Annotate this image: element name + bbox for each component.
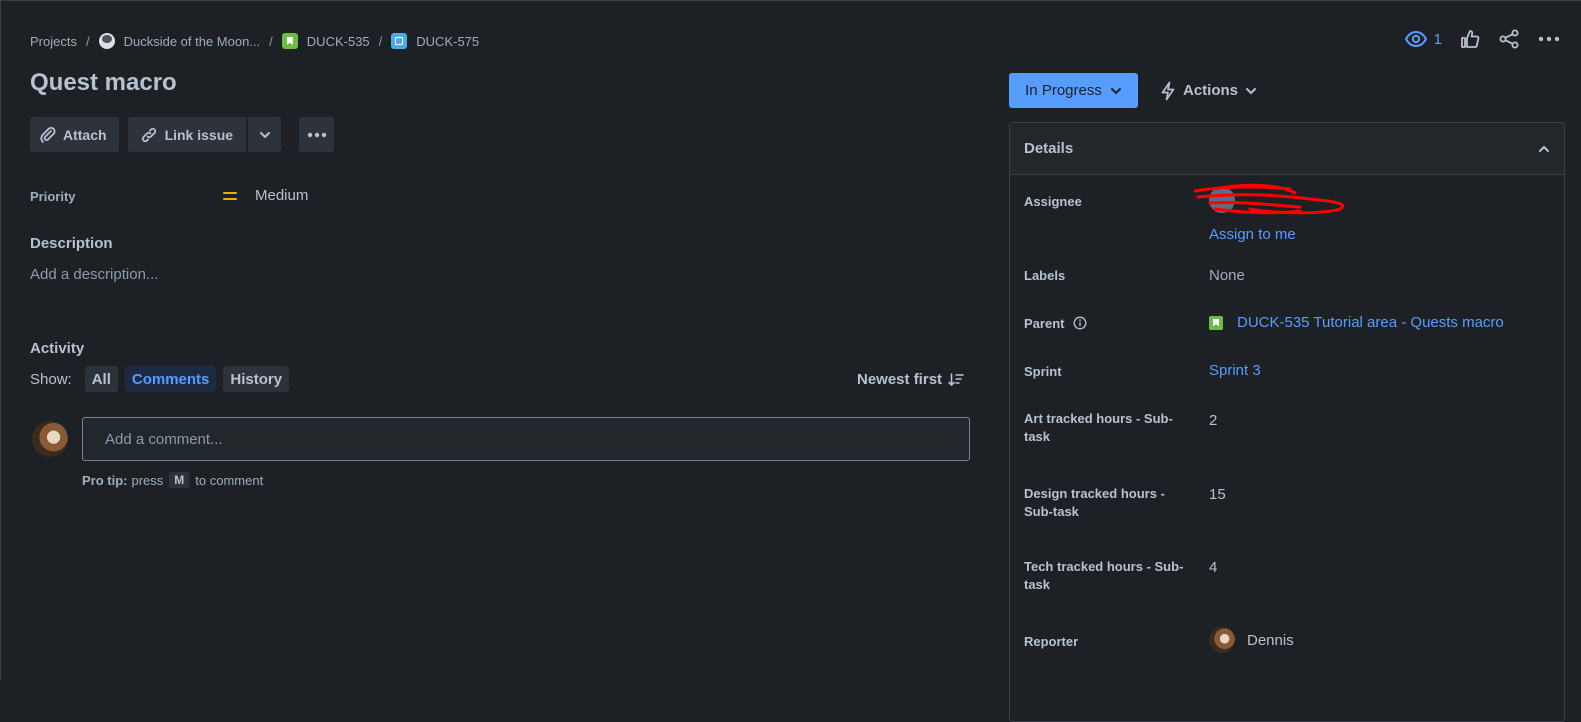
tech-hours-label: Tech tracked hours - Sub-task (1024, 559, 1184, 592)
info-icon[interactable] (1073, 316, 1087, 335)
breadcrumb-parent-issue[interactable]: DUCK-535 (281, 33, 370, 49)
project-avatar-icon (98, 33, 115, 49)
status-label: In Progress (1025, 82, 1102, 99)
issue-toolbar: Attach Link issue (30, 117, 335, 152)
parent-label: Parent (1024, 315, 1184, 335)
reporter-avatar (1209, 627, 1235, 653)
status-dropdown[interactable]: In Progress (1009, 73, 1138, 108)
chevron-down-icon (1110, 87, 1122, 95)
description-field[interactable]: Add a description... (30, 266, 158, 283)
design-hours-label: Design tracked hours - Sub-task (1024, 486, 1165, 519)
chevron-down-icon (259, 131, 271, 139)
link-issue-label: Link issue (164, 126, 234, 143)
parent-field[interactable]: DUCK-535 Tutorial area - Quests macro (1209, 314, 1504, 331)
filter-comments-button[interactable]: Comments (124, 366, 217, 392)
filter-history-button[interactable]: History (223, 366, 290, 392)
breadcrumb-separator: / (85, 33, 90, 49)
paperclip-icon (39, 126, 57, 144)
link-issue-dropdown-button[interactable] (247, 117, 282, 152)
pro-tip: Pro tip: press M to comment (82, 472, 263, 488)
breadcrumb-separator: / (269, 33, 273, 49)
comment-input[interactable]: Add a comment... (82, 417, 970, 461)
parent-link[interactable]: DUCK-535 Tutorial area - Quests macro (1237, 314, 1504, 331)
design-hours-value[interactable]: 15 (1209, 486, 1226, 503)
breadcrumb-project-label: Duckside of the Moon... (123, 33, 261, 49)
chevron-up-icon[interactable] (1538, 145, 1550, 153)
window-left-border (0, 0, 1, 680)
tech-hours-value[interactable]: 4 (1209, 559, 1217, 576)
priority-value: Medium (255, 187, 309, 204)
sort-label: Newest first (857, 371, 943, 388)
more-options-icon[interactable] (1538, 36, 1560, 42)
reporter-field[interactable]: Dennis (1209, 627, 1294, 653)
actions-button[interactable]: Actions (1160, 73, 1257, 108)
details-panel: Details Assignee Assign to me Labels Non… (1009, 122, 1565, 722)
assign-to-me-link[interactable]: Assign to me (1209, 226, 1296, 243)
reporter-label: Reporter (1024, 634, 1079, 649)
activity-heading: Activity (30, 340, 85, 357)
thumbs-up-icon[interactable] (1460, 29, 1480, 49)
description-heading: Description (30, 235, 113, 252)
activity-filter: Show: All Comments History (30, 366, 290, 392)
eye-icon (1404, 31, 1427, 47)
pro-tip-pre: press (131, 472, 164, 488)
art-hours-value[interactable]: 2 (1209, 412, 1217, 429)
sort-descending-icon (948, 372, 964, 387)
breadcrumb-current-issue[interactable]: DUCK-575 (391, 33, 479, 49)
priority-label: Priority (30, 189, 76, 204)
more-actions-button[interactable] (299, 117, 335, 152)
details-heading: Details (1024, 140, 1074, 157)
breadcrumb-separator: / (378, 33, 383, 49)
breadcrumb-projects[interactable]: Projects (30, 34, 77, 49)
pro-tip-bold: Pro tip: (82, 472, 128, 488)
link-issue-group: Link issue (127, 117, 282, 152)
current-user-avatar (32, 421, 68, 457)
breadcrumb-project[interactable]: Duckside of the Moon... (98, 33, 261, 49)
show-label: Show: (30, 370, 72, 388)
window-top-border (0, 0, 1581, 1)
story-icon (281, 33, 298, 49)
filter-all-button[interactable]: All (84, 366, 118, 392)
priority-medium-icon (223, 191, 237, 200)
issue-title[interactable]: Quest macro (30, 69, 177, 97)
actions-label: Actions (1183, 82, 1239, 99)
watch-count: 1 (1433, 30, 1442, 48)
pro-tip-key: M (169, 472, 190, 488)
priority-field[interactable]: Medium (223, 187, 308, 204)
art-hours-label: Art tracked hours - Sub-task (1024, 411, 1173, 444)
breadcrumb-parent-label: DUCK-535 (306, 33, 370, 49)
lightning-icon (1160, 81, 1176, 101)
link-icon (139, 125, 159, 145)
chevron-down-icon (1245, 87, 1257, 95)
more-horizontal-icon (307, 132, 327, 138)
sprint-link[interactable]: Sprint 3 (1209, 362, 1261, 379)
link-issue-button[interactable]: Link issue (127, 117, 247, 152)
labels-value[interactable]: None (1209, 267, 1245, 284)
story-icon (1209, 315, 1223, 330)
breadcrumb: Projects / Duckside of the Moon... / DUC… (30, 33, 479, 49)
comment-placeholder: Add a comment... (105, 430, 223, 448)
labels-label: Labels (1024, 268, 1066, 283)
share-icon[interactable] (1498, 29, 1520, 49)
assignee-label: Assignee (1024, 194, 1082, 209)
parent-label-text: Parent (1024, 316, 1065, 331)
redaction-scribble (1193, 183, 1344, 215)
sort-order-button[interactable]: Newest first (857, 371, 964, 388)
pro-tip-post: to comment (195, 472, 264, 488)
watch-button[interactable]: 1 (1404, 30, 1442, 48)
reporter-name: Dennis (1247, 631, 1294, 649)
details-header[interactable]: Details (1010, 123, 1564, 175)
sprint-label: Sprint (1024, 364, 1062, 379)
attach-label: Attach (63, 126, 107, 143)
attach-button[interactable]: Attach (30, 117, 119, 152)
subtask-icon (391, 33, 408, 49)
issue-header-actions: 1 (1404, 29, 1560, 49)
breadcrumb-current-label: DUCK-575 (416, 33, 480, 49)
